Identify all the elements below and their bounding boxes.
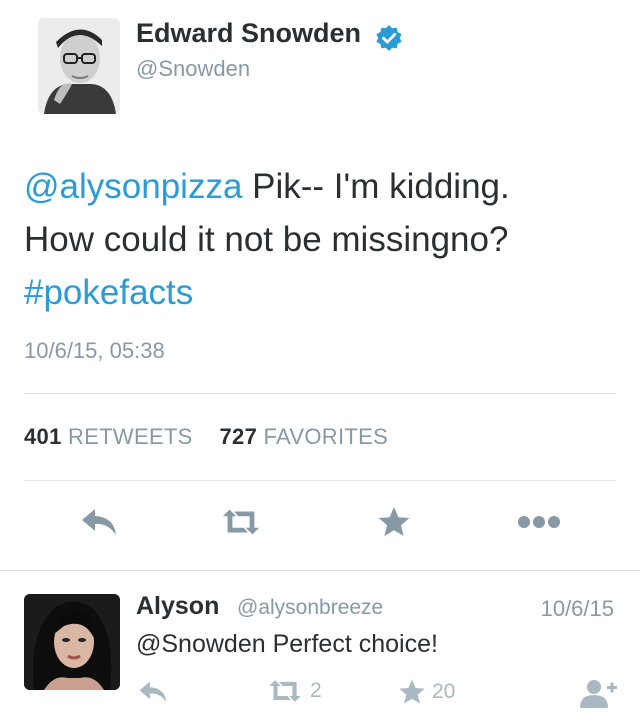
reply-author-name[interactable]: Alyson (136, 592, 219, 621)
mention-link[interactable]: @alysonpizza (24, 167, 242, 206)
tweet-timestamp: 10/6/15, 05:38 (24, 338, 165, 363)
tweet-text-line1: Pik-- I'm kidding. (242, 167, 510, 206)
follow-button[interactable] (578, 678, 618, 708)
reply-icon (139, 681, 167, 703)
tweet-actions (0, 500, 640, 548)
author-handle[interactable]: @Snowden (136, 56, 250, 82)
reply-author-handle[interactable]: @alysonbreeze (237, 596, 383, 620)
author-name[interactable]: Edward Snowden (136, 18, 361, 49)
reply-divider (0, 570, 640, 571)
favorite-star-icon (399, 679, 425, 704)
reply-text: @Snowden Perfect choice! (136, 630, 438, 658)
hashtag-link[interactable]: #pokefacts (24, 273, 193, 312)
verified-badge-icon (376, 25, 402, 51)
tweet-stats: 401 RETWEETS 727 FAVORITES (24, 424, 388, 450)
more-dots-icon (518, 516, 560, 528)
retweet-icon (222, 509, 260, 535)
divider (24, 480, 616, 481)
reply-icon (82, 509, 116, 535)
retweet-icon (269, 680, 301, 702)
reply-date: 10/6/15 (540, 596, 614, 621)
reply-favorite-button[interactable]: 20 (398, 678, 455, 706)
reply-retweet-count: 2 (310, 679, 322, 702)
tweet-text-line2: How could it not be missingno? (24, 220, 509, 259)
retweets-stat[interactable]: 401 RETWEETS (24, 424, 193, 449)
reply-actions: 2 20 (0, 676, 640, 712)
follow-user-icon (580, 680, 617, 708)
more-button[interactable] (517, 500, 561, 544)
favorite-button[interactable] (372, 500, 416, 544)
favorites-stat[interactable]: 727 FAVORITES (220, 424, 389, 449)
tweet-text: @alysonpizza Pik-- I'm kidding. How coul… (24, 160, 624, 319)
reply-favorite-count: 20 (432, 680, 456, 703)
retweet-button[interactable] (219, 500, 263, 544)
author-avatar[interactable] (38, 18, 120, 114)
favorite-star-icon (378, 507, 410, 536)
reply-button[interactable] (77, 500, 121, 544)
reply-reply-button[interactable] (138, 680, 168, 704)
divider (24, 393, 616, 394)
reply-retweet-button[interactable]: 2 (266, 678, 322, 704)
